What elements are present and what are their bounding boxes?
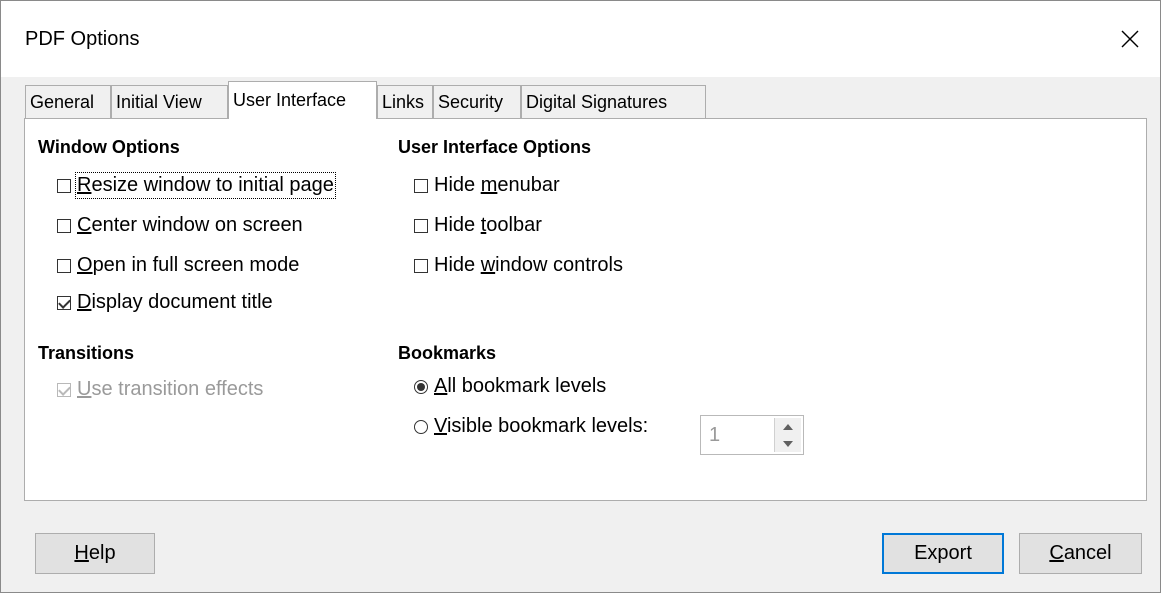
all-bookmark-levels-radio[interactable]: All bookmark levels	[414, 375, 606, 398]
help-button-label: elp	[88, 542, 116, 564]
hide-toolbar-checkbox[interactable]: Hide toolbar	[414, 214, 542, 237]
spin-down-button[interactable]	[775, 435, 801, 452]
display-title-label: Display document title	[77, 291, 273, 313]
bookmarks-heading: Bookmarks	[398, 343, 497, 363]
checkbox-box	[57, 218, 71, 233]
full-screen-checkbox[interactable]: Open in full screen mode	[57, 254, 299, 277]
checkbox-box	[414, 178, 428, 193]
checkbox-box-checked-disabled	[57, 382, 71, 397]
export-button-label: Export	[914, 542, 972, 564]
spin-buttons	[774, 418, 801, 452]
visible-bookmark-levels-label: Visible bookmark levels:	[434, 415, 649, 437]
checkbox-box	[57, 258, 71, 273]
pdf-options-dialog: PDF Options General Initial View User In…	[0, 0, 1161, 593]
transition-effects-label: Use transition effects	[77, 378, 264, 400]
help-button[interactable]: Help	[35, 533, 155, 574]
center-window-label: Center window on screen	[77, 214, 303, 236]
display-title-checkbox[interactable]: Display document title	[57, 291, 273, 314]
transitions-heading: Transitions	[38, 343, 135, 363]
tab-user-interface[interactable]: User Interface	[228, 81, 377, 119]
cancel-button-key: C	[1049, 542, 1064, 564]
checkbox-box	[414, 258, 428, 273]
resize-window-label: Resize window to initial page	[75, 172, 336, 199]
arrow-up-icon	[783, 423, 793, 430]
bookmark-levels-value: 1	[709, 424, 721, 446]
tab-digital-signatures[interactable]: Digital Signatures	[521, 85, 706, 118]
export-button[interactable]: Export	[882, 533, 1004, 574]
checkbox-box	[57, 178, 71, 193]
hide-toolbar-label: Hide toolbar	[434, 214, 542, 236]
cancel-button-label: ancel	[1063, 542, 1112, 564]
all-bookmark-levels-label: All bookmark levels	[434, 375, 607, 397]
arrow-down-icon	[783, 440, 793, 447]
radio-button	[414, 419, 428, 434]
ui-options-heading: User Interface Options	[398, 137, 592, 157]
title-bar: PDF Options	[1, 1, 1160, 77]
center-window-checkbox[interactable]: Center window on screen	[57, 214, 303, 237]
tab-links[interactable]: Links	[377, 85, 433, 118]
window-options-heading: Window Options	[38, 137, 180, 157]
spin-up-button[interactable]	[775, 418, 801, 435]
bookmark-levels-spinbox[interactable]: 1	[700, 415, 804, 455]
cancel-button[interactable]: Cancel	[1019, 533, 1142, 574]
close-button[interactable]	[1110, 19, 1150, 59]
dialog-title: PDF Options	[25, 28, 140, 50]
hide-menubar-label: Hide menubar	[434, 174, 560, 196]
checkbox-box	[414, 218, 428, 233]
hide-window-controls-label: Hide window controls	[434, 254, 623, 276]
help-button-key: H	[74, 542, 89, 564]
resize-window-checkbox[interactable]: Resize window to initial page	[57, 172, 336, 199]
tab-initial-view[interactable]: Initial View	[111, 85, 228, 118]
visible-bookmark-levels-radio[interactable]: Visible bookmark levels:	[414, 415, 648, 438]
radio-button-selected	[414, 379, 428, 394]
hide-menubar-checkbox[interactable]: Hide menubar	[414, 174, 560, 197]
close-icon	[1121, 30, 1139, 48]
full-screen-label: Open in full screen mode	[77, 254, 300, 276]
transition-effects-checkbox[interactable]: Use transition effects	[57, 378, 263, 401]
tab-general[interactable]: General	[25, 85, 111, 118]
tab-security[interactable]: Security	[433, 85, 521, 118]
hide-window-controls-checkbox[interactable]: Hide window controls	[414, 254, 623, 277]
checkbox-box-checked	[57, 295, 71, 310]
